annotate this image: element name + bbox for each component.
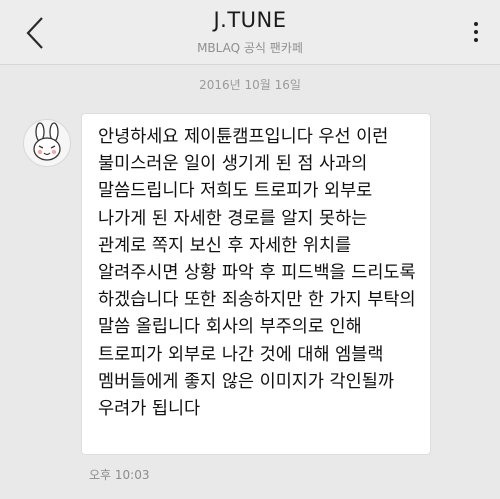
more-menu-button[interactable] — [462, 18, 490, 46]
message-bubble[interactable]: 안녕하세요 제이튠캠프입니다 우선 이런 불미스러운 일이 생기게 된 점 사과… — [82, 114, 430, 454]
page-subtitle: MBLAQ 공식 팬카페 — [197, 41, 303, 55]
date-divider: 2016년 10월 16일 — [199, 78, 301, 92]
top-bar: J.TUNE MBLAQ 공식 팬카페 — [0, 0, 500, 65]
bunny-avatar-icon — [33, 122, 61, 161]
avatar[interactable] — [23, 119, 71, 167]
message-text: 안녕하세요 제이튠캠프입니다 우선 이런 불미스러운 일이 생기게 된 점 사과… — [98, 127, 416, 420]
message-timestamp: 오후 10:03 — [89, 468, 150, 482]
page-title: J.TUNE — [213, 8, 287, 32]
more-vertical-icon — [474, 22, 478, 26]
